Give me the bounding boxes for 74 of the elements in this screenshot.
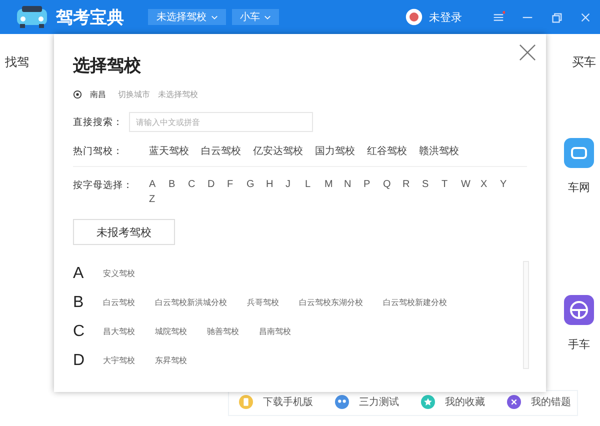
toolbar-link[interactable]: 三力测试 (359, 395, 399, 409)
car-tile-icon[interactable] (564, 138, 594, 168)
nav-tab[interactable]: 找驾 (5, 54, 29, 71)
letter-link[interactable]: C (188, 179, 208, 190)
school-link[interactable]: 赣洪驾校 (419, 144, 459, 158)
letter-heading: B (73, 294, 83, 312)
school-link[interactable]: 城院驾校 (155, 326, 187, 337)
letter-link[interactable]: A (149, 179, 168, 190)
school-link[interactable]: 白云驾校东湖分校 (299, 297, 363, 308)
letter-link[interactable]: G (246, 179, 266, 190)
car-logo-icon (14, 5, 50, 29)
no-school-button[interactable]: 未报考驾校 (73, 219, 175, 245)
nav-tab[interactable]: 买车 (572, 54, 596, 71)
school-link[interactable]: 安义驾校 (103, 268, 135, 279)
letter-link[interactable]: H (266, 179, 286, 190)
letter-link[interactable]: Q (383, 179, 402, 190)
dialog-title: 选择驾校 (73, 55, 142, 77)
location-pin-icon (73, 90, 82, 99)
letter-link[interactable]: P (364, 179, 383, 190)
school-link[interactable]: 白云驾校 (103, 297, 135, 308)
letter-heading: A (73, 264, 83, 282)
hot-schools-label: 热门驾校： (73, 144, 124, 158)
tile-label: 手车 (568, 337, 590, 352)
chevron-down-icon (210, 14, 218, 20)
toolbar-link[interactable]: 下载手机版 (263, 395, 313, 409)
tile-label: 车网 (568, 180, 590, 195)
avatar-icon[interactable] (405, 8, 423, 26)
school-link[interactable]: 白云驾校新建分校 (383, 297, 447, 308)
school-link[interactable]: 昌南驾校 (259, 326, 291, 337)
school-link[interactable]: 蓝天驾校 (149, 144, 189, 158)
steering-wheel-tile-icon[interactable] (564, 295, 594, 325)
school-link[interactable]: 东昇驾校 (155, 355, 187, 366)
menu-icon[interactable] (492, 10, 505, 24)
letter-link[interactable]: M (324, 179, 344, 190)
school-link[interactable]: 兵哥驾校 (247, 297, 279, 308)
app-name: 驾考宝典 (56, 6, 124, 28)
close-icon[interactable] (519, 44, 536, 61)
letter-link[interactable]: W (461, 179, 480, 190)
city-name: 南昌 (90, 89, 106, 100)
letter-heading: C (73, 322, 83, 340)
letter-link[interactable]: Y (500, 179, 520, 190)
search-label: 直接搜索： (73, 116, 124, 128)
letter-link[interactable]: L (305, 179, 324, 190)
letter-link[interactable]: T (442, 179, 461, 190)
phone-icon[interactable] (239, 395, 253, 409)
search-field[interactable]: 请输入中文或拼音 (129, 112, 313, 132)
chevron-down-icon (264, 14, 271, 20)
letter-link[interactable]: R (402, 179, 422, 190)
restore-icon[interactable] (550, 10, 563, 24)
letter-link[interactable]: B (168, 179, 188, 190)
letter-filter-label: 按字母选择： (73, 179, 134, 192)
toolbar-link[interactable]: 我的收藏 (445, 395, 485, 409)
letter-link[interactable]: D (208, 179, 227, 190)
letter-link[interactable]: J (286, 179, 305, 190)
school-link[interactable]: 大宇驾校 (103, 355, 135, 366)
school-link[interactable]: 国力驾校 (315, 144, 355, 158)
close-icon[interactable] (579, 10, 592, 24)
school-link[interactable]: 白云驾校 (201, 144, 241, 158)
people-icon[interactable] (335, 395, 349, 409)
school-link[interactable]: 亿安达驾校 (253, 144, 303, 158)
current-school: 未选择驾校 (158, 89, 198, 100)
school-link[interactable]: 昌大驾校 (103, 326, 135, 337)
letter-link[interactable]: X (480, 179, 500, 190)
login-link[interactable]: 未登录 (429, 10, 462, 24)
letter-link[interactable]: N (344, 179, 364, 190)
letter-link[interactable]: Z (149, 194, 168, 205)
letter-link[interactable]: S (422, 179, 442, 190)
school-link[interactable]: 驰善驾校 (207, 326, 239, 337)
school-link[interactable]: 白云驾校新洪城分校 (155, 297, 227, 308)
letter-link[interactable]: F (227, 179, 246, 190)
cross-icon[interactable] (507, 395, 521, 409)
school-link[interactable]: 红谷驾校 (367, 144, 407, 158)
toolbar-link[interactable]: 我的错题 (531, 395, 571, 409)
letter-heading: D (73, 352, 83, 370)
